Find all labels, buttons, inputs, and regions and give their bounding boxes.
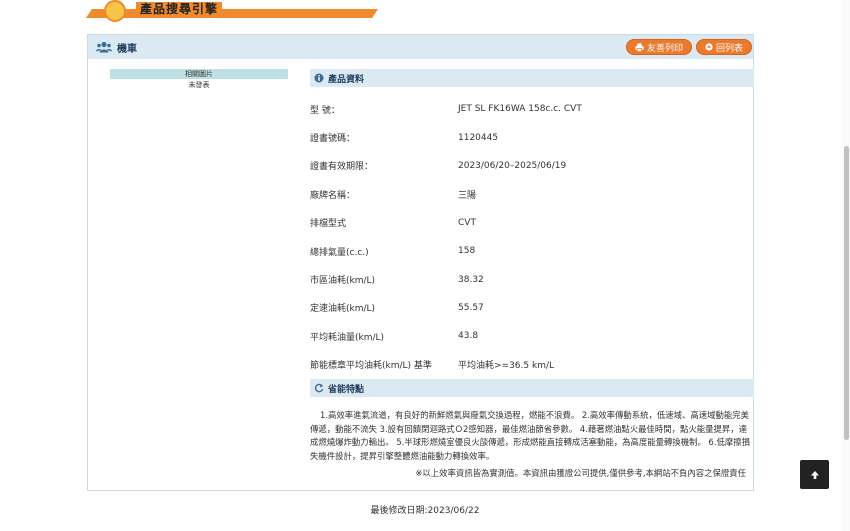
refresh-icon xyxy=(314,383,324,393)
features-header: 省能特點 xyxy=(310,379,754,397)
spec-value: 1120445 xyxy=(458,132,499,143)
page-banner: 產品搜尋引擎 xyxy=(86,0,381,24)
info-circle-icon xyxy=(314,73,324,83)
print-button-label: 友善列印 xyxy=(647,43,684,54)
spec-row: 證書有效期限： 2023/06/20–2025/06/19 xyxy=(310,152,754,180)
spec-value: 三陽 xyxy=(458,190,477,201)
banner-circle-icon xyxy=(104,0,126,22)
spec-value: 55.57 xyxy=(458,302,484,313)
spec-table: 型 號： JET SL FK16WA 158c.c. CVT 證書號碼： 112… xyxy=(310,95,754,379)
product-data-header: 產品資料 xyxy=(310,69,754,87)
printer-icon xyxy=(635,42,644,52)
product-card: 機車 友善列印 回列表 相關圖片 未發表 產品資料 型 號： JET SL FK… xyxy=(87,34,754,491)
product-data-title: 產品資料 xyxy=(328,74,365,85)
spec-value: CVT xyxy=(458,217,476,228)
users-icon xyxy=(96,41,112,53)
spec-key: 型 號： xyxy=(310,105,340,116)
print-button[interactable]: 友善列印 xyxy=(626,39,693,55)
spec-row: 證書號碼： 1120445 xyxy=(310,123,754,151)
scrollbar-thumb[interactable] xyxy=(844,146,849,440)
spec-row: 市區油耗(km/L) 38.32 xyxy=(310,265,754,293)
image-label: 相關圖片 xyxy=(110,69,288,79)
spec-row: 總排氣量(c.c.) 158 xyxy=(310,237,754,265)
spec-row: 節能標章平均油耗(km/L) 基準 平均油耗>=36.5 km/L xyxy=(310,351,754,379)
card-title: 機車 xyxy=(117,43,137,55)
spec-row: 定速油耗(km/L) 55.57 xyxy=(310,294,754,322)
spec-key: 排檔型式 xyxy=(310,219,347,230)
image-status: 未發表 xyxy=(188,81,210,89)
spec-key: 總排氣量(c.c.) xyxy=(310,247,369,258)
arrow-up-circle-icon xyxy=(705,43,713,51)
spec-row: 型 號： JET SL FK16WA 158c.c. CVT xyxy=(310,95,754,123)
back-to-top-button[interactable] xyxy=(800,460,829,489)
spec-key: 節能標章平均油耗(km/L) 基準 xyxy=(310,361,432,372)
spec-value: 38.32 xyxy=(458,274,484,285)
spec-row: 排檔型式 CVT xyxy=(310,209,754,237)
spec-key: 平均耗油量(km/L) xyxy=(310,332,385,343)
spec-value: 158 xyxy=(458,246,476,257)
spec-row: 廠牌名稱： 三陽 xyxy=(310,180,754,208)
spec-key: 證書有效期限： xyxy=(310,162,374,173)
spec-key: 證書號碼： xyxy=(310,134,356,145)
spec-value: 平均油耗>=36.5 km/L xyxy=(458,361,555,372)
arrow-up-icon xyxy=(810,470,819,479)
back-button-label: 回列表 xyxy=(716,43,744,54)
spec-value: 43.8 xyxy=(458,331,479,342)
spec-value: JET SL FK16WA 158c.c. CVT xyxy=(458,104,582,115)
last-modified-date: 最後修改日期:2023/06/22 xyxy=(370,506,480,516)
disclaimer-text: ※以上效率資訊皆為實測值。本資訊由獲證公司提供,僅供參考,本網站不負內容之保證責… xyxy=(415,468,746,478)
spec-value: 2023/06/20–2025/06/19 xyxy=(458,160,567,171)
card-header: 機車 友善列印 回列表 xyxy=(88,35,753,59)
features-title: 省能特點 xyxy=(328,384,365,395)
back-to-list-button[interactable]: 回列表 xyxy=(696,39,753,55)
spec-key: 市區油耗(km/L) xyxy=(310,276,376,287)
spec-row: 平均耗油量(km/L) 43.8 xyxy=(310,322,754,350)
features-text: 1.高效率進氣流道，有良好的新鮮燃氣與廢氣交換過程，燃能不浪費。 2.高效率傳動… xyxy=(310,410,751,461)
banner-title: 產品搜尋引擎 xyxy=(136,2,223,16)
banner-bar xyxy=(86,9,378,18)
spec-key: 定速油耗(km/L) xyxy=(310,304,376,315)
spec-key: 廠牌名稱： xyxy=(310,190,356,201)
